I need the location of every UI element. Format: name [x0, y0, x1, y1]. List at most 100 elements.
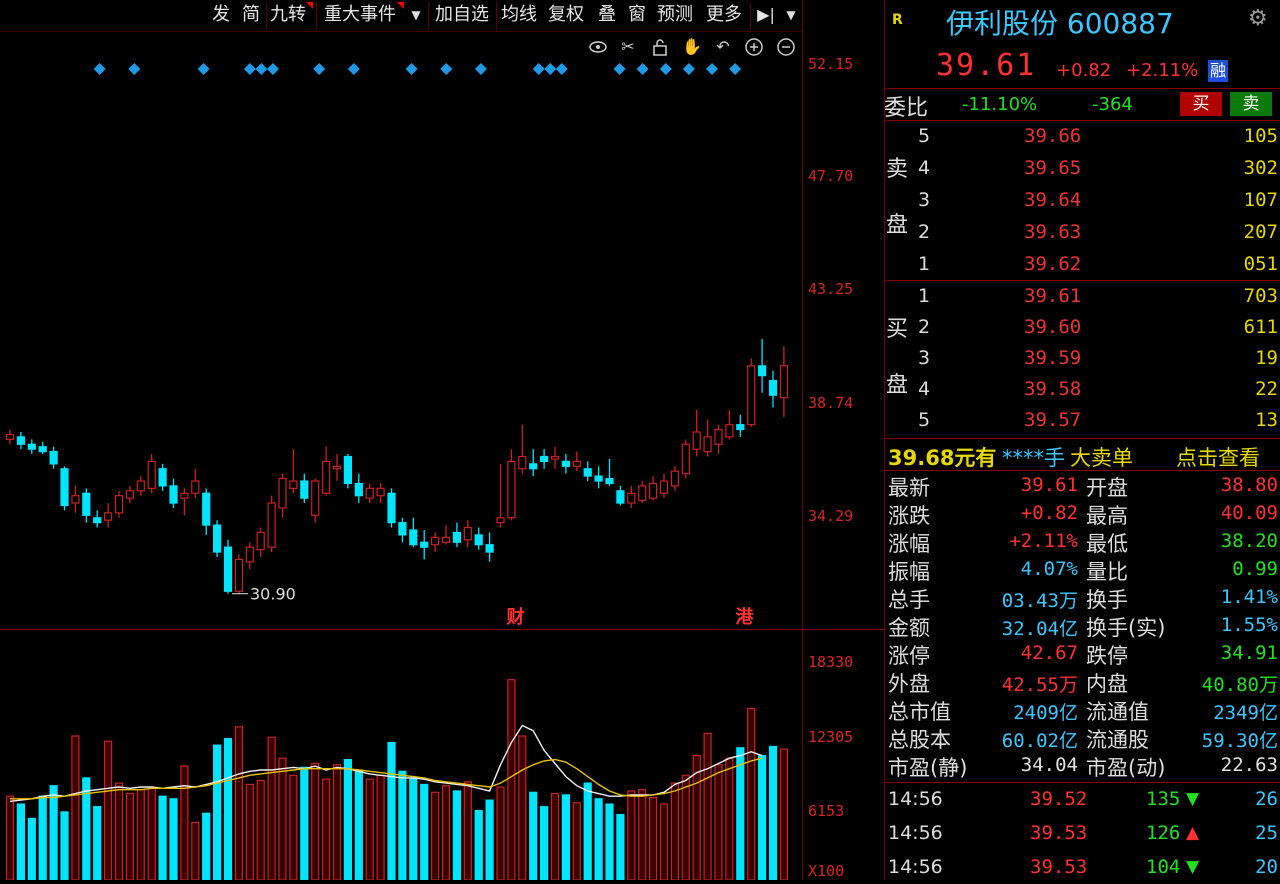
- candle-body: [659, 480, 669, 494]
- candle-body: [485, 544, 494, 553]
- arrow-up-icon: ▲: [1186, 823, 1200, 843]
- divider: [884, 438, 1280, 439]
- stat-value: 2349亿: [1213, 702, 1278, 724]
- sell-level-row[interactable]: 3 39.64 107: [884, 186, 1280, 214]
- axis-divider: [802, 0, 803, 880]
- candle-body: [627, 492, 636, 504]
- candle-body: [202, 492, 211, 526]
- level-number: 4: [918, 378, 931, 400]
- volume-bar: [169, 798, 178, 880]
- price-volume-divider: [0, 629, 884, 630]
- volume-bar: [529, 791, 538, 880]
- candle-body: [5, 433, 15, 440]
- buy-level-row[interactable]: 5 39.57 13: [884, 406, 1280, 434]
- stat-label: 总手: [888, 588, 930, 612]
- stat-value: 22.63: [1220, 754, 1278, 776]
- volume-axis-label: 18330: [808, 653, 854, 671]
- volume-bar: [245, 783, 254, 880]
- buy-level-row[interactable]: 1 39.61 703: [884, 282, 1280, 310]
- volume-bar: [38, 795, 47, 880]
- candlestick-chart[interactable]: 30.90 财 港: [0, 0, 804, 880]
- volume-bar: [71, 735, 80, 880]
- volume-bar: [572, 802, 581, 880]
- stat-value: 40.09: [1220, 502, 1278, 524]
- sell-button[interactable]: 卖: [1230, 92, 1272, 116]
- stat-value: 38.20: [1220, 530, 1278, 552]
- candle-body: [648, 482, 658, 499]
- volume-bar: [485, 799, 494, 880]
- volume-bar: [616, 813, 625, 880]
- level-number: 5: [918, 125, 931, 147]
- big-order-qty: ****手: [1002, 446, 1065, 470]
- signal-diamond-icon: [128, 63, 141, 75]
- candle-body: [747, 365, 756, 426]
- candle-body: [256, 531, 265, 551]
- tick-volume: 135: [1146, 788, 1181, 810]
- candle-body: [311, 480, 320, 516]
- margin-badge: 融: [1208, 60, 1228, 82]
- buy-level-row[interactable]: 2 39.60 611: [884, 313, 1280, 341]
- event-marker: 港: [735, 607, 754, 628]
- stat-value: 39.61: [1020, 474, 1078, 496]
- tick-count: 26: [1255, 788, 1278, 810]
- signal-diamond-icon: [440, 63, 453, 75]
- signal-diamond-icon: [347, 63, 360, 75]
- volume-bar: [681, 774, 690, 880]
- level-volume: 13: [1255, 409, 1278, 431]
- candle-body: [725, 424, 734, 438]
- candle-body: [616, 490, 625, 504]
- stat-value: 1.41%: [1220, 586, 1278, 608]
- stat-label: 金额: [888, 616, 930, 640]
- candle-body: [278, 477, 287, 509]
- sell-level-row[interactable]: 2 39.63 207: [884, 218, 1280, 246]
- volume-bar: [627, 790, 636, 880]
- candle-body: [180, 492, 189, 499]
- gear-icon[interactable]: ⚙: [1248, 6, 1268, 31]
- sell-level-row[interactable]: 1 39.62 051: [884, 250, 1280, 278]
- candle-body: [213, 524, 222, 553]
- volume-bar: [300, 766, 309, 880]
- volume-bar: [223, 737, 233, 880]
- ratio-diff: -364: [1092, 94, 1133, 115]
- signal-diamond-icon: [313, 63, 326, 75]
- stat-label: 涨跌: [888, 504, 930, 528]
- buy-level-row[interactable]: 3 39.59 19: [884, 344, 1280, 372]
- sell-level-row[interactable]: 5 39.66 105: [884, 122, 1280, 150]
- level-volume: 19: [1255, 347, 1278, 369]
- candle-body: [60, 468, 69, 507]
- candle-body: [125, 490, 135, 499]
- big-order-link[interactable]: 点击查看: [1176, 442, 1260, 472]
- signal-diamond-icon: [706, 63, 719, 75]
- candle-body: [431, 536, 440, 546]
- level-volume: 207: [1243, 221, 1278, 243]
- volume-bar: [725, 757, 734, 880]
- stat-label: 涨停: [888, 644, 930, 668]
- ratio-label: 委比: [884, 96, 929, 121]
- stat-value: +2.11%: [1009, 530, 1078, 552]
- level-volume: 107: [1243, 189, 1278, 211]
- volume-bar: [234, 726, 243, 880]
- sell-level-row[interactable]: 4 39.65 302: [884, 154, 1280, 182]
- level-number: 4: [918, 157, 931, 179]
- volume-bar: [398, 770, 407, 880]
- stat-value: 03.43万: [1001, 590, 1078, 612]
- level-volume: 051: [1243, 253, 1278, 275]
- volume-bar: [114, 782, 124, 880]
- volume-axis-label: 6153: [808, 802, 845, 820]
- level-price: 39.64: [1024, 189, 1082, 211]
- buy-button[interactable]: 买: [1180, 92, 1222, 116]
- arrow-down-icon: ▼: [1186, 789, 1200, 809]
- candle-body: [507, 460, 516, 519]
- level-volume: 611: [1243, 316, 1278, 338]
- candle-body: [365, 487, 374, 499]
- level-number: 1: [918, 285, 931, 307]
- price-change: +0.82: [1056, 60, 1112, 81]
- buy-level-row[interactable]: 4 39.58 22: [884, 375, 1280, 403]
- stat-value: 42.55万: [1001, 674, 1078, 696]
- volume-bar: [659, 803, 669, 880]
- stat-value: 32.04亿: [1001, 618, 1078, 640]
- stat-value: 38.80: [1220, 474, 1278, 496]
- level-price: 39.60: [1024, 316, 1082, 338]
- signal-diamond-icon: [243, 63, 256, 75]
- sell-side-label: 卖盘: [886, 157, 909, 238]
